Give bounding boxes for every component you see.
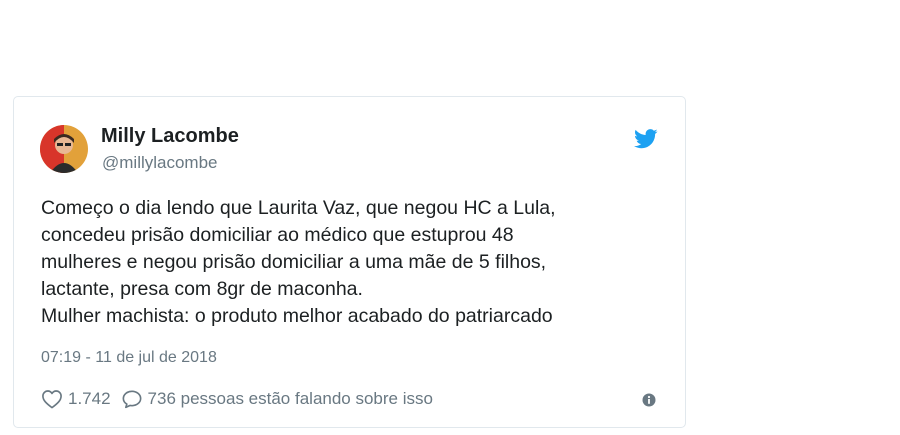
- tweet-text-line: mulheres e negou prisão domiciliar a uma…: [41, 251, 547, 273]
- tweet-text-line: Começo o dia lendo que Laurita Vaz, que …: [41, 197, 556, 219]
- embedded-tweet-card[interactable]: Milly Lacombe @millylacombe Começo o dia…: [13, 96, 686, 428]
- tweet-text-line: concedeu prisão domiciliar ao médico que…: [41, 224, 514, 246]
- author-handle[interactable]: @millylacombe: [102, 153, 218, 173]
- like-count: 1.742: [68, 389, 111, 408]
- speech-bubble-icon: [121, 389, 143, 409]
- info-icon[interactable]: [642, 393, 656, 407]
- twitter-bird-icon[interactable]: [634, 129, 658, 149]
- avatar[interactable]: [40, 125, 88, 173]
- like-button[interactable]: 1.742: [41, 389, 111, 409]
- tweet-text-line: lactante, presa com 8gr de maconha.: [41, 278, 363, 300]
- reply-button[interactable]: 736 pessoas estão falando sobre isso: [121, 389, 433, 409]
- tweet-text-line: Mulher machista: o produto melhor acabad…: [41, 305, 553, 327]
- tweet-actions: 1.742 736 pessoas estão falando sobre is…: [41, 387, 433, 411]
- author-name[interactable]: Milly Lacombe: [101, 125, 239, 148]
- tweet-timestamp[interactable]: 07:19 - 11 de jul de 2018: [41, 349, 217, 367]
- replies-text: 736 pessoas estão falando sobre isso: [147, 389, 433, 408]
- tweet-text: Começo o dia lendo que Laurita Vaz, que …: [41, 195, 661, 330]
- heart-icon: [41, 389, 63, 409]
